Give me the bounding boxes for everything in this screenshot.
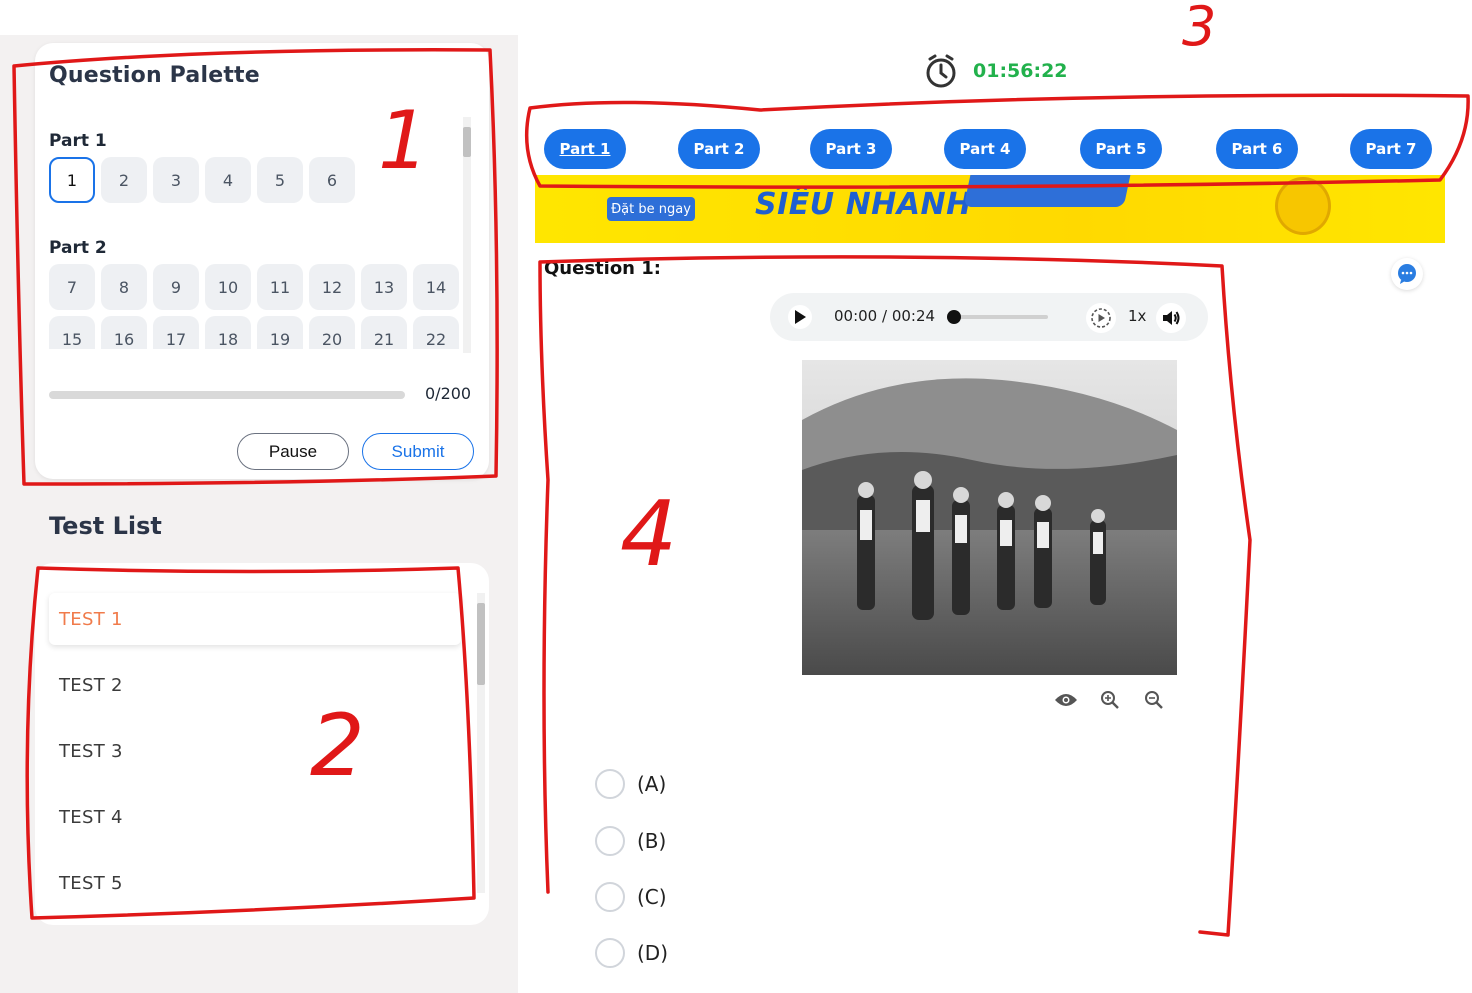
- volume-button[interactable]: [1156, 303, 1186, 333]
- question-button[interactable]: 16: [101, 316, 147, 349]
- page: Question Palette Part 1 123456 Part 2 78…: [0, 0, 1472, 993]
- volume-icon: [1163, 311, 1180, 325]
- test-list-title: Test List: [49, 512, 162, 540]
- question-button[interactable]: 12: [309, 264, 355, 310]
- answer-label: (B): [637, 829, 667, 853]
- play-button[interactable]: [788, 305, 812, 329]
- palette-scroll-area[interactable]: Part 1 123456 Part 2 7 8 9 10 11 12 13 14 15 16 17…: [49, 113, 459, 349]
- question-photo: [802, 360, 1177, 675]
- progress-text: 0/200: [425, 384, 472, 403]
- ad-banner[interactable]: Đặt be ngay SIÊU NHANH: [535, 175, 1445, 243]
- question-palette: Question Palette Part 1 123456 Part 2 78…: [35, 43, 489, 479]
- question-label: Question 1:: [544, 258, 661, 279]
- test-item[interactable]: TEST 2: [49, 659, 461, 711]
- chat-button[interactable]: [1391, 258, 1423, 290]
- timer-text: 01:56:22: [973, 60, 1068, 82]
- scrollbar-thumb[interactable]: [463, 127, 471, 157]
- question-button[interactable]: 7: [49, 264, 95, 310]
- image-toolbar: [1053, 689, 1167, 711]
- question-button[interactable]: 8: [101, 264, 147, 310]
- audio-seek-track[interactable]: [953, 315, 1048, 319]
- question-button[interactable]: 22: [413, 316, 459, 349]
- tab-part-6[interactable]: Part 6: [1216, 129, 1298, 169]
- banner-tag: Đặt be ngay: [607, 197, 695, 221]
- banner-headline: SIÊU NHANH: [755, 187, 972, 222]
- test-list-scrollbar[interactable]: [477, 593, 485, 893]
- alarm-clock-icon: [926, 54, 956, 88]
- answer-label: (C): [637, 885, 667, 909]
- answer-radio[interactable]: [595, 938, 625, 968]
- tab-part-7[interactable]: Part 7: [1350, 129, 1432, 169]
- answer-option[interactable]: (A): [595, 769, 666, 799]
- question-button[interactable]: 14: [413, 264, 459, 310]
- answer-radio[interactable]: [595, 826, 625, 856]
- question-button[interactable]: 17: [153, 316, 199, 349]
- tab-part-3[interactable]: Part 3: [810, 129, 892, 169]
- question-button[interactable]: 21: [361, 316, 407, 349]
- question-button[interactable]: 19: [257, 316, 303, 349]
- question-button[interactable]: 4: [205, 157, 251, 203]
- answer-radio[interactable]: [595, 769, 625, 799]
- zoom-out-button[interactable]: [1141, 689, 1167, 711]
- test-item[interactable]: TEST 4: [49, 791, 461, 843]
- question-button[interactable]: 10: [205, 264, 251, 310]
- question-button[interactable]: 1: [49, 157, 95, 203]
- preview-button[interactable]: [1053, 689, 1079, 711]
- audio-seek-knob[interactable]: [947, 310, 961, 324]
- test-item[interactable]: TEST 1: [49, 593, 461, 645]
- audio-time: 00:00 / 00:24: [834, 307, 936, 325]
- banner-mascot-icon: [1275, 177, 1331, 235]
- question-button[interactable]: 5: [257, 157, 303, 203]
- audio-player: 00:00 / 00:24 1x: [770, 293, 1208, 341]
- scrollbar-thumb[interactable]: [477, 603, 485, 685]
- zoom-in-button[interactable]: [1097, 689, 1123, 711]
- pause-button[interactable]: Pause: [237, 433, 349, 470]
- answer-label: (D): [637, 941, 669, 965]
- zoom-in-icon: [1101, 691, 1119, 709]
- question-button[interactable]: 11: [257, 264, 303, 310]
- play-icon: [795, 310, 806, 324]
- palette-scrollbar[interactable]: [463, 117, 471, 353]
- palette-title: Question Palette: [49, 63, 260, 88]
- answer-label: (A): [637, 772, 667, 796]
- question-button[interactable]: 3: [153, 157, 199, 203]
- banner-promo-shape: [963, 175, 1131, 207]
- speed-icon: [1091, 308, 1111, 328]
- tab-part-4[interactable]: Part 4: [944, 129, 1026, 169]
- part-label: Part 1: [49, 131, 107, 151]
- chat-bubble-icon: [1398, 264, 1416, 284]
- test-list: TEST 1 TEST 2 TEST 3 TEST 4 TEST 5: [35, 563, 489, 925]
- answer-option[interactable]: (B): [595, 826, 666, 856]
- progress-bar: [49, 391, 405, 399]
- question-button[interactable]: 15: [49, 316, 95, 349]
- answer-option[interactable]: (D): [595, 938, 668, 968]
- playback-speed-button[interactable]: [1086, 303, 1116, 333]
- tab-part-2[interactable]: Part 2: [678, 129, 760, 169]
- test-item[interactable]: TEST 3: [49, 725, 461, 777]
- tab-part-1[interactable]: Part 1: [544, 129, 626, 169]
- question-button[interactable]: 2: [101, 157, 147, 203]
- test-item[interactable]: TEST 5: [49, 857, 461, 909]
- answer-option[interactable]: (C): [595, 882, 667, 912]
- tab-part-5[interactable]: Part 5: [1080, 129, 1162, 169]
- question-button[interactable]: 13: [361, 264, 407, 310]
- answer-radio[interactable]: [595, 882, 625, 912]
- main-panel: 01:56:22 Part 1 Part 2 Part 3 Part 4 Part 5 P…: [533, 35, 1447, 993]
- eye-icon: [1055, 694, 1077, 706]
- question-button[interactable]: 20: [309, 316, 355, 349]
- left-sidebar: Question Palette Part 1 123456 Part 2 78…: [0, 35, 518, 993]
- question-button[interactable]: 18: [205, 316, 251, 349]
- zoom-out-icon: [1145, 691, 1163, 709]
- timer: 01:56:22: [923, 53, 1068, 89]
- question-button[interactable]: 6: [309, 157, 355, 203]
- playback-speed[interactable]: 1x: [1128, 307, 1146, 325]
- part-label: Part 2: [49, 238, 107, 258]
- question-button[interactable]: 9: [153, 264, 199, 310]
- submit-button[interactable]: Submit: [362, 433, 474, 470]
